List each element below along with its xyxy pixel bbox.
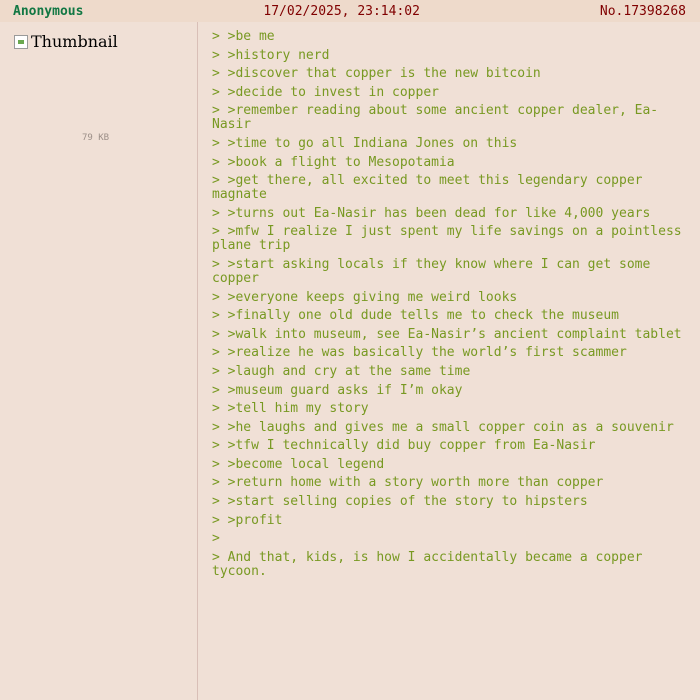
- greentext-line: > >tell him my story: [212, 401, 369, 417]
- thumbnail-alt-text: Thumbnail: [31, 32, 118, 51]
- greentext-line: >: [212, 531, 220, 547]
- post-body: > >be me > >history nerd > >discover that …: [212, 30, 692, 583]
- broken-image-icon: [14, 35, 28, 49]
- greentext-line: > >book a flight to Mesopotamia: [212, 154, 455, 170]
- greentext-line: > >remember reading about some ancient c…: [212, 103, 659, 133]
- file-size: 79 KB: [82, 133, 110, 143]
- greentext-line: > >profit: [212, 512, 283, 528]
- greentext-line: > >history nerd: [212, 47, 330, 63]
- greentext-line: > >finally one old dude tells me to chec…: [212, 308, 619, 324]
- thumbnail-image[interactable]: Thumbnail: [14, 33, 118, 51]
- greentext-line: > >become local legend: [212, 456, 385, 472]
- poster-name: Anonymous: [13, 3, 84, 19]
- post-number-link[interactable]: No.17398268: [600, 4, 686, 19]
- greentext-line: > >time to go all Indiana Jones on this: [212, 135, 518, 151]
- post-sidebar: Thumbnail 79 KB: [0, 22, 198, 700]
- greentext-line: > >he laughs and gives me a small copper…: [212, 419, 674, 435]
- greentext-line: > >mfw I realize I just spent my life sa…: [212, 224, 690, 254]
- greentext-line: > >return home with a story worth more t…: [212, 475, 604, 491]
- greentext-line: > >tfw I technically did buy copper from…: [212, 438, 596, 454]
- greentext-line: > >laugh and cry at the same time: [212, 363, 471, 379]
- greentext-line: > >discover that copper is the new bitco…: [212, 66, 541, 82]
- greentext-line: > >walk into museum, see Ea-Nasir’s anci…: [212, 326, 682, 342]
- greentext-line: > >start asking locals if they know wher…: [212, 256, 659, 286]
- greentext-line: > >museum guard asks if I’m okay: [212, 382, 463, 398]
- post-timestamp: 17/02/2025, 23:14:02: [263, 3, 420, 19]
- greentext-line: > >be me: [212, 29, 275, 44]
- greentext-line: > >start selling copies of the story to …: [212, 494, 588, 510]
- greentext-line: > >decide to invest in copper: [212, 84, 439, 100]
- greentext-line: > >turns out Ea-Nasir has been dead for …: [212, 205, 651, 221]
- post-header: Anonymous 17/02/2025, 23:14:02 No.173982…: [0, 0, 700, 22]
- greentext-line: > And that, kids, is how I accidentally …: [212, 549, 651, 579]
- greentext-line: > >realize he was basically the world’s …: [212, 345, 627, 361]
- greentext-line: > >get there, all excited to meet this l…: [212, 173, 651, 203]
- greentext-line: > >everyone keeps giving me weird looks: [212, 289, 518, 305]
